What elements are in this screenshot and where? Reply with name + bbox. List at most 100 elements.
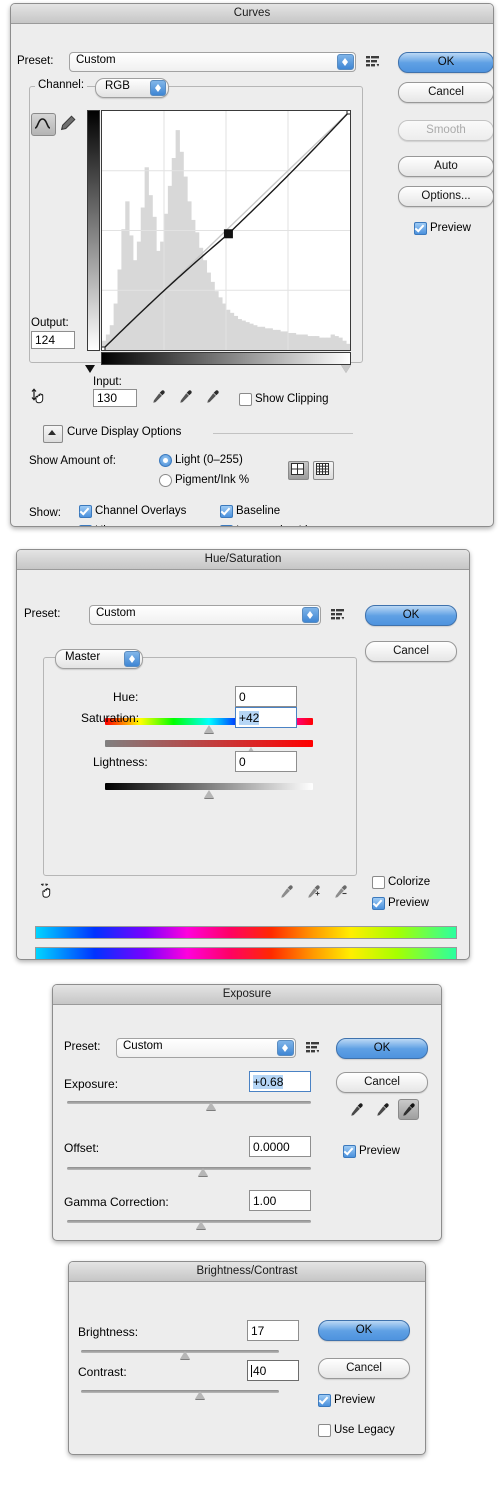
huesat-preset-combo[interactable]: Custom (89, 605, 321, 625)
set-gray-point-eyedropper-icon[interactable] (375, 1102, 390, 1117)
preset-menu-icon[interactable] (331, 609, 345, 620)
black-point-eyedropper-icon[interactable] (151, 389, 166, 404)
on-image-adjust-icon[interactable] (39, 881, 59, 904)
brightcontrast-cancel-button[interactable]: Cancel (318, 1358, 410, 1379)
contrast-slider-thumb[interactable] (195, 1391, 205, 1399)
chevron-updown-icon[interactable] (124, 651, 140, 667)
curves-graph[interactable] (101, 110, 351, 351)
sample-eyedropper-icon[interactable] (279, 884, 294, 899)
chevron-updown-icon[interactable] (337, 54, 354, 70)
brightness-slider-thumb[interactable] (180, 1351, 190, 1359)
channel-overlays-checkbox[interactable]: Channel Overlays (79, 505, 186, 518)
gray-point-eyedropper-icon[interactable] (178, 389, 193, 404)
hue-field[interactable]: 0 (235, 686, 297, 707)
chevron-updown-icon[interactable] (150, 80, 166, 96)
lightness-field[interactable]: 0 (235, 751, 297, 772)
huesat-titlebar: Hue/Saturation (17, 550, 469, 570)
brightness-label: Brightness: (78, 1325, 139, 1339)
curves-cancel-button[interactable]: Cancel (398, 82, 493, 103)
gamma-field[interactable]: 1.00 (249, 1190, 311, 1211)
intersection-line-checkbox[interactable]: Intersection Line (220, 525, 320, 526)
exposure-preview-checkbox[interactable]: Preview (343, 1145, 400, 1158)
exposure-ok-label: OK (373, 1042, 391, 1054)
huesat-cancel-label: Cancel (393, 645, 429, 657)
pencil-tool-icon[interactable] (59, 114, 77, 135)
show-clipping-checkbox[interactable]: Show Clipping (239, 393, 329, 406)
add-to-sample-eyedropper-icon[interactable] (306, 884, 321, 899)
grid-fine-button[interactable] (313, 461, 334, 480)
curve-tool-button[interactable] (31, 113, 56, 136)
brightness-field[interactable]: 17 (247, 1320, 299, 1341)
preset-menu-icon[interactable] (306, 1042, 320, 1053)
baseline-checkbox[interactable]: Baseline (220, 505, 280, 518)
output-value: 124 (35, 333, 56, 347)
huesat-cancel-button[interactable]: Cancel (365, 641, 457, 662)
huesat-range-popup[interactable]: Master (55, 649, 143, 669)
colorize-checkbox[interactable]: Colorize (372, 876, 430, 889)
contrast-slider[interactable] (81, 1388, 279, 1400)
lightness-slider-thumb[interactable] (204, 790, 214, 798)
exposure-title: Exposure (222, 988, 272, 1000)
brightness-value: 17 (251, 1324, 265, 1338)
lightness-slider[interactable] (105, 783, 313, 798)
huesat-preview-label: Preview (388, 897, 429, 909)
chevron-updown-icon[interactable] (302, 607, 319, 623)
offset-slider[interactable] (67, 1165, 311, 1177)
exposure-cancel-button[interactable]: Cancel (336, 1072, 428, 1093)
curves-preset-combo[interactable]: Custom (69, 52, 356, 72)
exposure-preset-label: Preset: (64, 1041, 101, 1053)
curves-options-button[interactable]: Options... (398, 186, 493, 207)
curves-channel-popup[interactable]: RGB (95, 78, 169, 98)
offset-field[interactable]: 0.0000 (249, 1136, 311, 1157)
contrast-slider-track (81, 1390, 279, 1393)
set-black-point-eyedropper-icon[interactable] (349, 1102, 364, 1117)
gamma-slider[interactable] (67, 1218, 311, 1230)
curve-display-options-disclosure[interactable] (43, 425, 63, 443)
brightcontrast-ok-button[interactable]: OK (318, 1320, 410, 1341)
radio-light[interactable]: Light (0–255) (159, 454, 243, 467)
output-field[interactable]: 124 (31, 331, 75, 349)
curves-preview-label: Preview (430, 222, 471, 234)
gamma-slider-thumb[interactable] (196, 1221, 206, 1229)
huesat-ok-button[interactable]: OK (365, 605, 457, 626)
radio-pigment-ink[interactable]: Pigment/Ink % (159, 474, 249, 487)
saturation-field[interactable]: +42 (235, 707, 297, 728)
exposure-ok-button[interactable]: OK (336, 1038, 428, 1059)
curves-smooth-button: Smooth (398, 120, 493, 141)
set-white-point-eyedropper-button[interactable] (398, 1099, 419, 1120)
exposure-slider-thumb[interactable] (206, 1102, 216, 1110)
white-point-eyedropper-icon[interactable] (205, 389, 220, 404)
exposure-slider[interactable] (67, 1099, 311, 1111)
white-point-marker[interactable] (341, 365, 351, 373)
histogram-checkbox[interactable]: Histogram (79, 525, 147, 526)
exposure-preset-combo[interactable]: Custom (116, 1038, 296, 1058)
exposure-titlebar: Exposure (53, 985, 441, 1005)
contrast-field[interactable]: 40 (247, 1360, 299, 1381)
channel-overlays-label: Channel Overlays (95, 505, 187, 517)
offset-slider-thumb[interactable] (198, 1168, 208, 1176)
curves-preview-checkbox[interactable]: Preview (414, 222, 471, 235)
grid-coarse-button[interactable] (288, 461, 309, 480)
show-amount-label: Show Amount of: (29, 455, 116, 467)
hue-spectrum-bar-bottom[interactable] (35, 947, 457, 959)
hue-slider-thumb[interactable] (204, 725, 214, 733)
text-caret (251, 1365, 252, 1377)
exposure-field[interactable]: +0.68 (249, 1071, 311, 1092)
black-point-marker[interactable] (85, 365, 95, 373)
use-legacy-checkbox[interactable]: Use Legacy (318, 1424, 395, 1437)
output-label: Output: (31, 317, 69, 329)
brightness-slider[interactable] (81, 1348, 279, 1360)
input-field[interactable]: 130 (93, 389, 137, 407)
preset-menu-icon[interactable] (366, 56, 380, 67)
curves-ok-button[interactable]: OK (398, 52, 493, 73)
use-legacy-label: Use Legacy (334, 1424, 395, 1436)
huesat-preview-checkbox[interactable]: Preview (372, 897, 429, 910)
subtract-from-sample-eyedropper-icon[interactable] (333, 884, 348, 899)
saturation-label: Saturation: (81, 711, 140, 725)
brightcontrast-preview-checkbox[interactable]: Preview (318, 1394, 375, 1407)
curves-auto-button[interactable]: Auto (398, 156, 493, 177)
curves-smooth-label: Smooth (426, 124, 466, 136)
lightness-slider-track (105, 783, 313, 790)
on-image-adjust-icon[interactable] (31, 387, 51, 410)
chevron-updown-icon[interactable] (277, 1040, 294, 1056)
